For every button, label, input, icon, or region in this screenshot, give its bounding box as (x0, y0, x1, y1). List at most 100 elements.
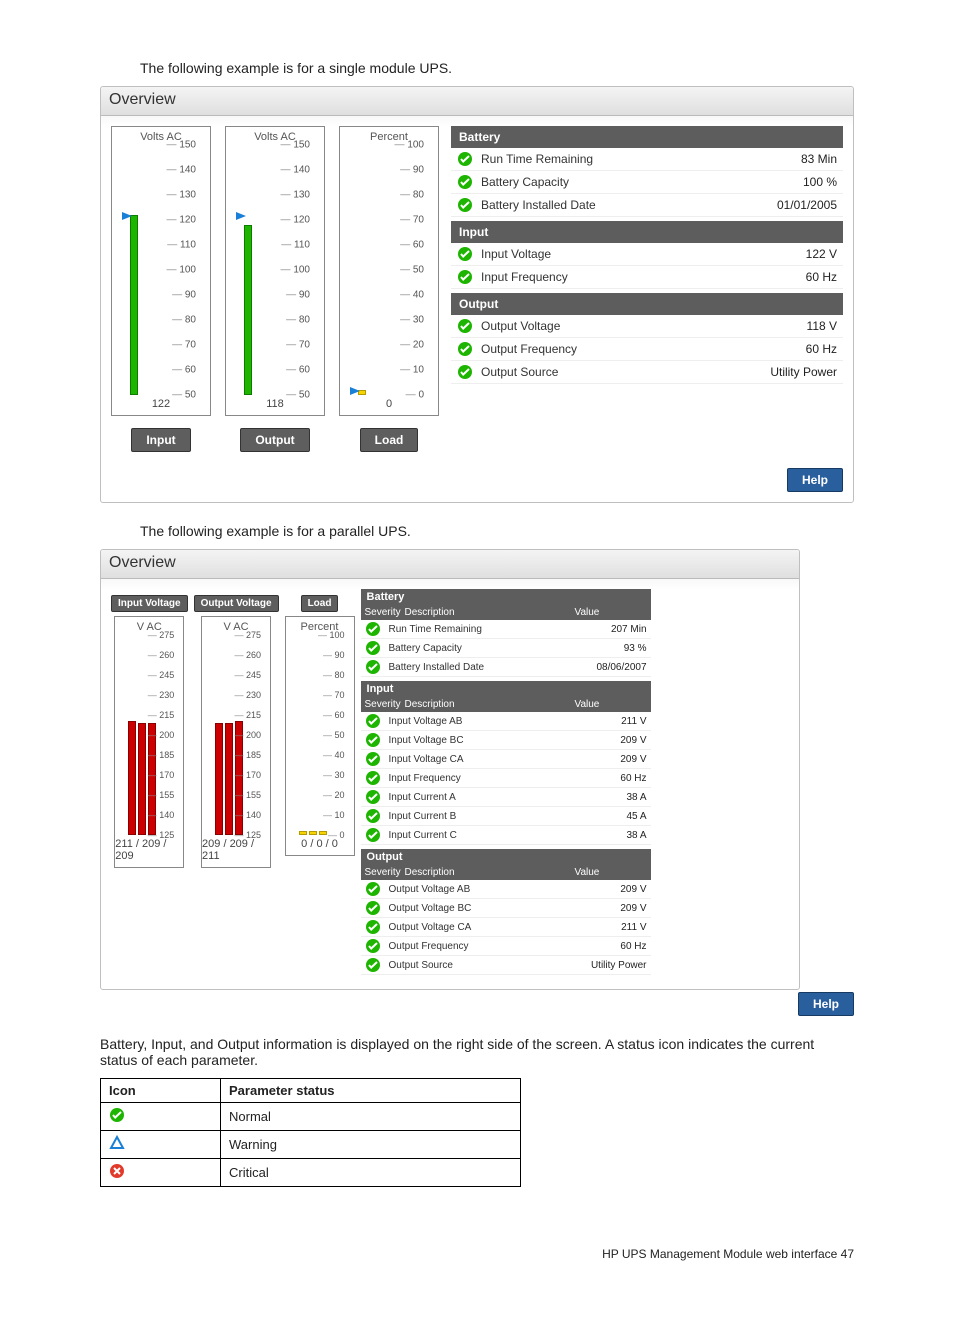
ok-icon (365, 732, 381, 748)
gauge-tab-button[interactable]: Output (240, 428, 309, 452)
ok-icon (365, 640, 381, 656)
group-header: Battery (451, 126, 843, 148)
stat-value: 211 V (621, 716, 646, 727)
ok-icon (457, 197, 473, 213)
gauge: V AC275260245230215200185170155140125211… (114, 616, 184, 868)
stat-row: Input Frequency60 Hz (451, 266, 843, 289)
ok-icon (457, 246, 473, 262)
stat-row: Run Time Remaining207 Min (361, 620, 651, 639)
stat-value: 209 V (620, 754, 646, 765)
gauge-tab-button[interactable]: Output Voltage (194, 595, 279, 612)
ok-icon (457, 364, 473, 380)
stat-row: Battery Installed Date08/06/2007 (361, 658, 651, 677)
panel-title-single: Overview (101, 87, 853, 116)
stat-value: 209 V (620, 735, 646, 746)
stat-desc: Output Voltage AB (389, 884, 621, 895)
stat-row: Battery Installed Date01/01/2005 (451, 194, 843, 217)
gauge-tab-button[interactable]: Load (301, 595, 339, 612)
stat-row: Input Voltage122 V (451, 243, 843, 266)
status-icon-cell (101, 1103, 221, 1131)
stat-desc: Input Current C (389, 830, 627, 841)
ok-icon (457, 174, 473, 190)
stat-value: 45 A (626, 811, 646, 822)
stat-value: 209 V (620, 903, 646, 914)
ok-icon (365, 751, 381, 767)
group-header: Input (451, 221, 843, 243)
overview-panel-single: Overview Volts AC15014013012011010090807… (100, 86, 854, 503)
stat-row: Input Voltage AB211 V (361, 712, 651, 731)
panel-title-parallel: Overview (101, 550, 799, 579)
column-headers: SeverityDescriptionValue (361, 605, 651, 620)
stat-row: Output Frequency60 Hz (361, 937, 651, 956)
warn-icon (109, 1135, 125, 1151)
ok-icon (365, 770, 381, 786)
group-header: Input (361, 681, 651, 697)
stat-row: Run Time Remaining83 Min (451, 148, 843, 171)
stat-desc: Input Current B (389, 811, 627, 822)
stat-row: Output Voltage CA211 V (361, 918, 651, 937)
help-button[interactable]: Help (787, 468, 843, 492)
stat-row: Input Current A38 A (361, 788, 651, 807)
stat-value: 83 Min (801, 152, 837, 166)
status-icon-cell (101, 1159, 221, 1187)
stat-value: 100 % (803, 175, 837, 189)
gauge: Volts AC1501401301201101009080706050118 (225, 126, 325, 416)
group-header: Output (451, 293, 843, 315)
intro-single: The following example is for a single mo… (140, 60, 854, 76)
overview-panel-parallel: Overview Input Voltage V AC27526024523021… (100, 549, 800, 990)
help-button-parallel[interactable]: Help (798, 992, 854, 1016)
status-icon-cell (101, 1131, 221, 1159)
stat-desc: Input Frequency (389, 773, 621, 784)
ok-icon (365, 713, 381, 729)
stat-value: 207 Min (611, 624, 647, 635)
stat-desc: Output Source (481, 365, 770, 379)
gauge-value: 0 (386, 395, 392, 413)
ok-icon (365, 659, 381, 675)
stat-desc: Output Voltage (481, 319, 807, 333)
ok-icon (365, 808, 381, 824)
stat-value: 01/01/2005 (777, 198, 837, 212)
stat-desc: Input Voltage (481, 247, 806, 261)
stat-desc: Run Time Remaining (389, 624, 611, 635)
stat-desc: Input Current A (389, 792, 627, 803)
stat-value: 60 Hz (806, 270, 837, 284)
stat-desc: Input Voltage CA (389, 754, 621, 765)
stat-value: 211 V (621, 922, 646, 933)
stat-value: 38 A (626, 792, 646, 803)
stat-value: 08/06/2007 (596, 662, 646, 673)
status-icon-table: Icon Parameter status NormalWarningCriti… (100, 1078, 521, 1187)
status-label-cell: Normal (221, 1103, 521, 1131)
stat-value: Utility Power (770, 365, 837, 379)
stat-row: Input Current C38 A (361, 826, 651, 845)
gauge: Percent10090807060504030201000 (339, 126, 439, 416)
stat-value: 60 Hz (620, 773, 646, 784)
intro-status: Battery, Input, and Output information i… (100, 1036, 854, 1068)
gauge-tab-button[interactable]: Input (131, 428, 190, 452)
ok-icon (457, 341, 473, 357)
gauge-tab-button[interactable]: Load (360, 428, 419, 452)
ok-icon (365, 827, 381, 843)
col-status-header: Parameter status (221, 1079, 521, 1103)
stat-row: Input Voltage BC209 V (361, 731, 651, 750)
ok-icon (365, 900, 381, 916)
stat-desc: Battery Installed Date (389, 662, 597, 673)
crit-icon (109, 1163, 125, 1179)
gauge-tab-button[interactable]: Input Voltage (111, 595, 188, 612)
column-headers: SeverityDescriptionValue (361, 865, 651, 880)
stat-desc: Input Frequency (481, 270, 806, 284)
stat-row: Output SourceUtility Power (451, 361, 843, 384)
stat-row: Output Voltage BC209 V (361, 899, 651, 918)
stat-desc: Output Frequency (389, 941, 621, 952)
stat-desc: Run Time Remaining (481, 152, 801, 166)
stat-row: Battery Capacity93 % (361, 639, 651, 658)
intro-parallel: The following example is for a parallel … (140, 523, 854, 539)
page-footer: HP UPS Management Module web interface 4… (100, 1247, 854, 1261)
stat-value: 93 % (624, 643, 647, 654)
ok-icon (109, 1107, 125, 1123)
stat-value: 60 Hz (620, 941, 646, 952)
gauge-value: 122 (152, 395, 170, 413)
stat-row: Output Frequency60 Hz (451, 338, 843, 361)
group-header: Battery (361, 589, 651, 605)
stat-desc: Output Source (389, 960, 591, 971)
stat-desc: Output Voltage BC (389, 903, 621, 914)
